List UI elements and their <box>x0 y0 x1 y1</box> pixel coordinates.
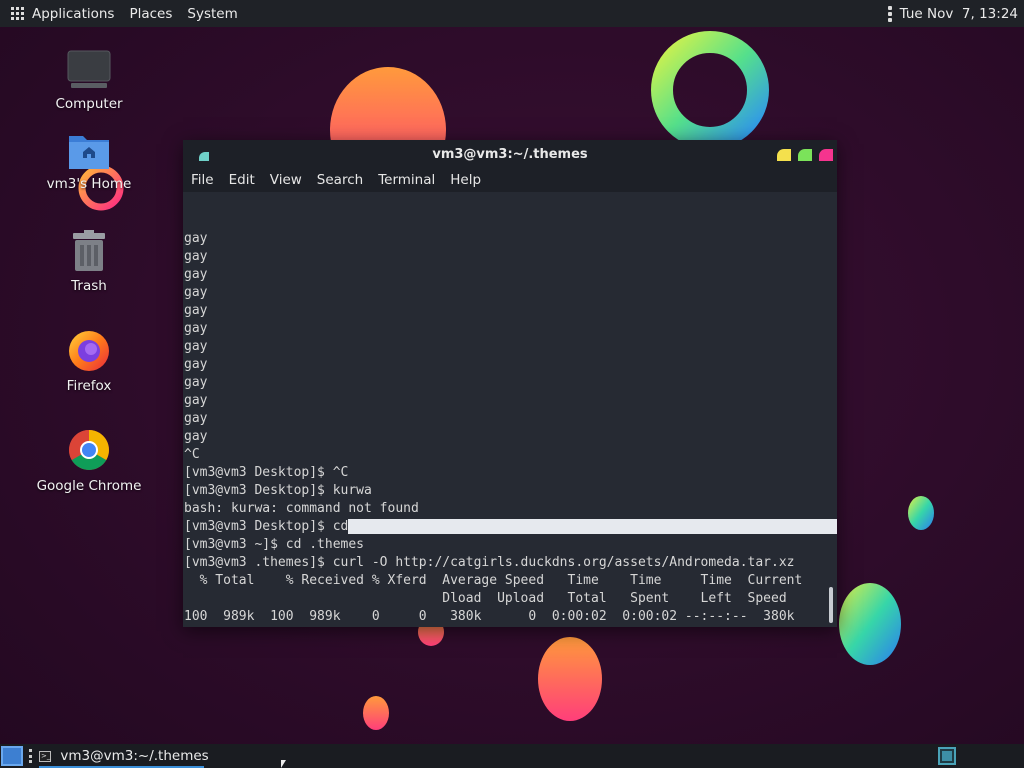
menu-search[interactable]: Search <box>317 172 363 188</box>
terminal-line-text: gay <box>184 375 208 390</box>
show-desktop-button[interactable] <box>1 746 23 766</box>
trash-icon <box>73 230 105 271</box>
terminal-icon: >_ <box>39 750 52 762</box>
applications-menu[interactable]: Applications <box>32 6 123 22</box>
terminal-line: % Total % Received % Xferd Average Speed… <box>184 572 837 590</box>
terminal-line: [vm3@vm3 Desktop]$ ^C <box>184 464 837 482</box>
terminal-line: gay <box>184 428 837 446</box>
desktop-icon-chrome[interactable]: Google Chrome <box>34 428 144 494</box>
workspace-switcher[interactable] <box>938 747 956 765</box>
clock[interactable]: Tue Nov 7, 13:24 <box>900 6 1018 22</box>
terminal-line-text: 100 989k 100 989k 0 0 380k 0 0:00:02 0:0… <box>184 609 795 624</box>
close-button[interactable] <box>819 149 833 161</box>
terminal-line: gay <box>184 266 837 284</box>
terminal-line: [vm3@vm3 .themes]$ tar -xf Andromeda.tar… <box>184 626 837 627</box>
menu-view[interactable]: View <box>270 172 302 188</box>
terminal-line: [vm3@vm3 ~]$ cd .themes <box>184 536 837 554</box>
terminal-line: ^C <box>184 446 837 464</box>
terminal-line-text: gay <box>184 321 208 336</box>
terminal-line-text: gay <box>184 285 208 300</box>
desktop-icon-trash[interactable]: Trash <box>34 230 144 294</box>
panel-menu-icon[interactable] <box>887 5 892 22</box>
taskbar-handle-icon[interactable] <box>29 749 33 763</box>
terminal-line-text: gay <box>184 393 208 408</box>
terminal-line-text: gay <box>184 339 208 354</box>
terminal-line-text: Dload Upload Total Spent Left Speed <box>184 591 787 606</box>
terminal-line-text: [vm3@vm3 Desktop]$ cd <box>184 519 349 534</box>
minimize-button[interactable] <box>777 149 791 161</box>
desktop-icon-label: vm3's Home <box>46 176 132 192</box>
menu-help[interactable]: Help <box>450 172 481 188</box>
desktop-icon-label: Trash <box>71 278 107 294</box>
chrome-icon <box>69 430 109 470</box>
terminal-line-text: gay <box>184 303 208 318</box>
system-menu[interactable]: System <box>187 6 246 22</box>
terminal-line-text: % Total % Received % Xferd Average Speed… <box>184 573 803 588</box>
terminal-output[interactable]: gay gay gay gay gay gay gay gay gay gay gay gay ^C [v… <box>183 192 837 627</box>
terminal-scrollbar[interactable] <box>829 587 833 623</box>
terminal-line: [vm3@vm3 .themes]$ curl -O http://catgir… <box>184 554 837 572</box>
terminal-line-text: gay <box>184 357 208 372</box>
mouse-pointer-icon <box>281 760 286 768</box>
terminal-line-text: [vm3@vm3 .themes]$ curl -O http://catgir… <box>184 555 795 570</box>
desktop-icon-firefox[interactable]: Firefox <box>34 328 144 394</box>
terminal-line-text: ^C <box>184 447 200 462</box>
terminal-line-text: gay <box>184 429 208 444</box>
window-controls <box>777 149 833 161</box>
terminal-menubar: File Edit View Search Terminal Help <box>183 168 837 192</box>
terminal-line: gay <box>184 248 837 266</box>
text-selection-highlight <box>348 519 837 534</box>
terminal-line: gay <box>184 338 837 356</box>
menu-edit[interactable]: Edit <box>229 172 255 188</box>
terminal-line-text: gay <box>184 249 208 264</box>
window-title: vm3@vm3:~/.themes <box>432 146 588 162</box>
window-menu-icon[interactable] <box>199 152 209 161</box>
terminal-line-text: gay <box>184 267 208 282</box>
terminal-line-text: [vm3@vm3 Desktop]$ ^C <box>184 465 349 480</box>
desktop-icon-home[interactable]: vm3's Home <box>34 132 144 192</box>
desktop-icon-label: Google Chrome <box>36 478 142 494</box>
bottom-taskbar: >_ vm3@vm3:~/.themes <box>0 744 1024 768</box>
firefox-icon <box>69 331 109 371</box>
terminal-line: gay <box>184 410 837 428</box>
home-folder-icon <box>69 136 109 169</box>
applications-grid-icon[interactable] <box>11 6 25 21</box>
computer-icon <box>67 50 111 88</box>
terminal-line: [vm3@vm3 Desktop]$ kurwa <box>184 482 837 500</box>
maximize-button[interactable] <box>798 149 812 161</box>
top-right-area: Tue Nov 7, 13:24 <box>887 0 1018 27</box>
desktop-icon-computer[interactable]: Computer <box>34 50 144 112</box>
terminal-line: gay <box>184 320 837 338</box>
desktop-icon-label: Computer <box>55 96 123 112</box>
terminal-line-text: gay <box>184 411 208 426</box>
menu-terminal[interactable]: Terminal <box>378 172 435 188</box>
terminal-line: Dload Upload Total Spent Left Speed <box>184 590 837 608</box>
terminal-titlebar[interactable]: vm3@vm3:~/.themes <box>183 140 837 168</box>
terminal-line-text: bash: kurwa: command not found <box>184 501 419 516</box>
terminal-line-text: [vm3@vm3 ~]$ cd .themes <box>184 537 365 552</box>
terminal-line: 100 989k 100 989k 0 0 380k 0 0:00:02 0:0… <box>184 608 837 626</box>
terminal-line-text: [vm3@vm3 Desktop]$ kurwa <box>184 483 372 498</box>
top-panel: Applications Places System Tue Nov 7, 13… <box>0 0 1024 27</box>
places-menu[interactable]: Places <box>129 6 181 22</box>
terminal-line: gay <box>184 356 837 374</box>
terminal-line: bash: kurwa: command not found <box>184 500 837 518</box>
terminal-window[interactable]: vm3@vm3:~/.themes File Edit View Search … <box>183 140 837 627</box>
terminal-line: gay <box>184 230 837 248</box>
terminal-line: gay <box>184 374 837 392</box>
menu-file[interactable]: File <box>191 172 214 188</box>
terminal-line: [vm3@vm3 Desktop]$ cd <box>184 518 837 536</box>
desktop-icon-label: Firefox <box>66 378 112 394</box>
terminal-line: gay <box>184 392 837 410</box>
terminal-line: gay <box>184 302 837 320</box>
terminal-line: gay <box>184 284 837 302</box>
terminal-line-text: gay <box>184 231 208 246</box>
taskbar-task-label: vm3@vm3:~/.themes <box>60 748 209 764</box>
taskbar-terminal-button[interactable]: >_ vm3@vm3:~/.themes <box>39 744 209 768</box>
